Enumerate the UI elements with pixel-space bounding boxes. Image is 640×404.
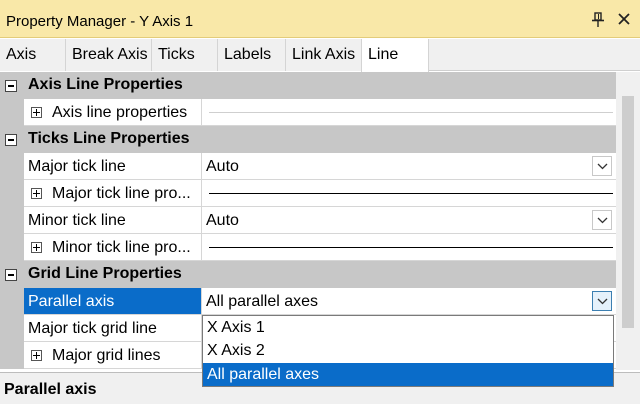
property-row-major-tick-line[interactable]: Major tick line Auto xyxy=(0,153,616,180)
section-grid-line[interactable]: Grid Line Properties xyxy=(0,261,616,288)
dropdown-option-all-parallel-axes[interactable]: All parallel axes xyxy=(203,363,613,386)
scrollbar-thumb[interactable] xyxy=(622,96,634,328)
property-name[interactable]: Major tick grid line xyxy=(24,315,202,342)
expand-icon[interactable] xyxy=(31,107,42,118)
property-row-minor-tick-line[interactable]: Minor tick line Auto xyxy=(0,207,616,234)
pin-icon[interactable] xyxy=(591,12,605,28)
property-name[interactable]: Major tick line pro... xyxy=(24,180,202,207)
property-value[interactable] xyxy=(202,234,616,261)
parallel-axis-dropdown-list[interactable]: X Axis 1 X Axis 2 All parallel axes xyxy=(202,315,614,387)
dropdown-button[interactable] xyxy=(592,291,612,311)
dropdown-button[interactable] xyxy=(592,210,612,230)
property-name[interactable]: Major tick line xyxy=(24,153,202,180)
property-value[interactable] xyxy=(202,99,616,126)
section-axis-line[interactable]: Axis Line Properties xyxy=(0,72,616,99)
tab-link-axis[interactable]: Link Axis xyxy=(286,39,362,71)
tab-labels[interactable]: Labels xyxy=(218,39,286,71)
property-name[interactable]: Axis line properties xyxy=(24,99,202,126)
property-name[interactable]: Major grid lines xyxy=(24,342,202,369)
property-value[interactable]: Auto xyxy=(202,207,616,234)
tab-break-axis[interactable]: Break Axis xyxy=(66,39,152,71)
property-row-parallel-axis[interactable]: Parallel axis All parallel axes xyxy=(0,288,616,315)
tab-axis[interactable]: Axis xyxy=(0,39,66,71)
property-name[interactable]: Minor tick line xyxy=(24,207,202,234)
window-title: Property Manager - Y Axis 1 xyxy=(6,13,194,30)
property-row-axis-line-properties[interactable]: Axis line properties xyxy=(0,99,616,126)
collapse-icon[interactable] xyxy=(5,134,17,146)
description-title: Parallel axis xyxy=(4,381,97,398)
dropdown-option-x-axis-1[interactable]: X Axis 1 xyxy=(203,316,613,339)
section-title: Grid Line Properties xyxy=(28,265,182,282)
property-row-major-tick-line-properties[interactable]: Major tick line pro... xyxy=(0,180,616,207)
close-icon[interactable] xyxy=(617,12,631,26)
dropdown-option-x-axis-2[interactable]: X Axis 2 xyxy=(203,339,613,362)
chevron-down-icon xyxy=(597,217,608,224)
vertical-scrollbar[interactable] xyxy=(616,72,640,370)
expand-icon[interactable] xyxy=(31,350,42,361)
collapse-icon[interactable] xyxy=(5,269,17,281)
expand-icon[interactable] xyxy=(31,242,42,253)
section-title: Ticks Line Properties xyxy=(28,130,190,147)
section-ticks-line[interactable]: Ticks Line Properties xyxy=(0,126,616,153)
property-value[interactable] xyxy=(202,180,616,207)
tab-bar: Axis Break Axis Ticks Labels Link Axis L… xyxy=(0,39,640,72)
expand-icon[interactable] xyxy=(31,188,42,199)
tab-line[interactable]: Line xyxy=(361,39,429,72)
property-value[interactable]: Auto xyxy=(202,153,616,180)
chevron-down-icon xyxy=(597,298,608,305)
line-preview xyxy=(209,112,613,113)
property-value[interactable]: All parallel axes xyxy=(202,288,616,315)
property-row-minor-tick-line-properties[interactable]: Minor tick line pro... xyxy=(0,234,616,261)
dropdown-button[interactable] xyxy=(592,156,612,176)
collapse-icon[interactable] xyxy=(5,80,17,92)
section-title: Axis Line Properties xyxy=(28,76,183,93)
property-name[interactable]: Minor tick line pro... xyxy=(24,234,202,261)
line-preview xyxy=(209,247,613,248)
property-name[interactable]: Parallel axis xyxy=(24,288,202,315)
tab-ticks[interactable]: Ticks xyxy=(152,39,218,71)
title-bar: Property Manager - Y Axis 1 xyxy=(0,0,640,38)
line-preview xyxy=(209,193,613,194)
chevron-down-icon xyxy=(597,163,608,170)
